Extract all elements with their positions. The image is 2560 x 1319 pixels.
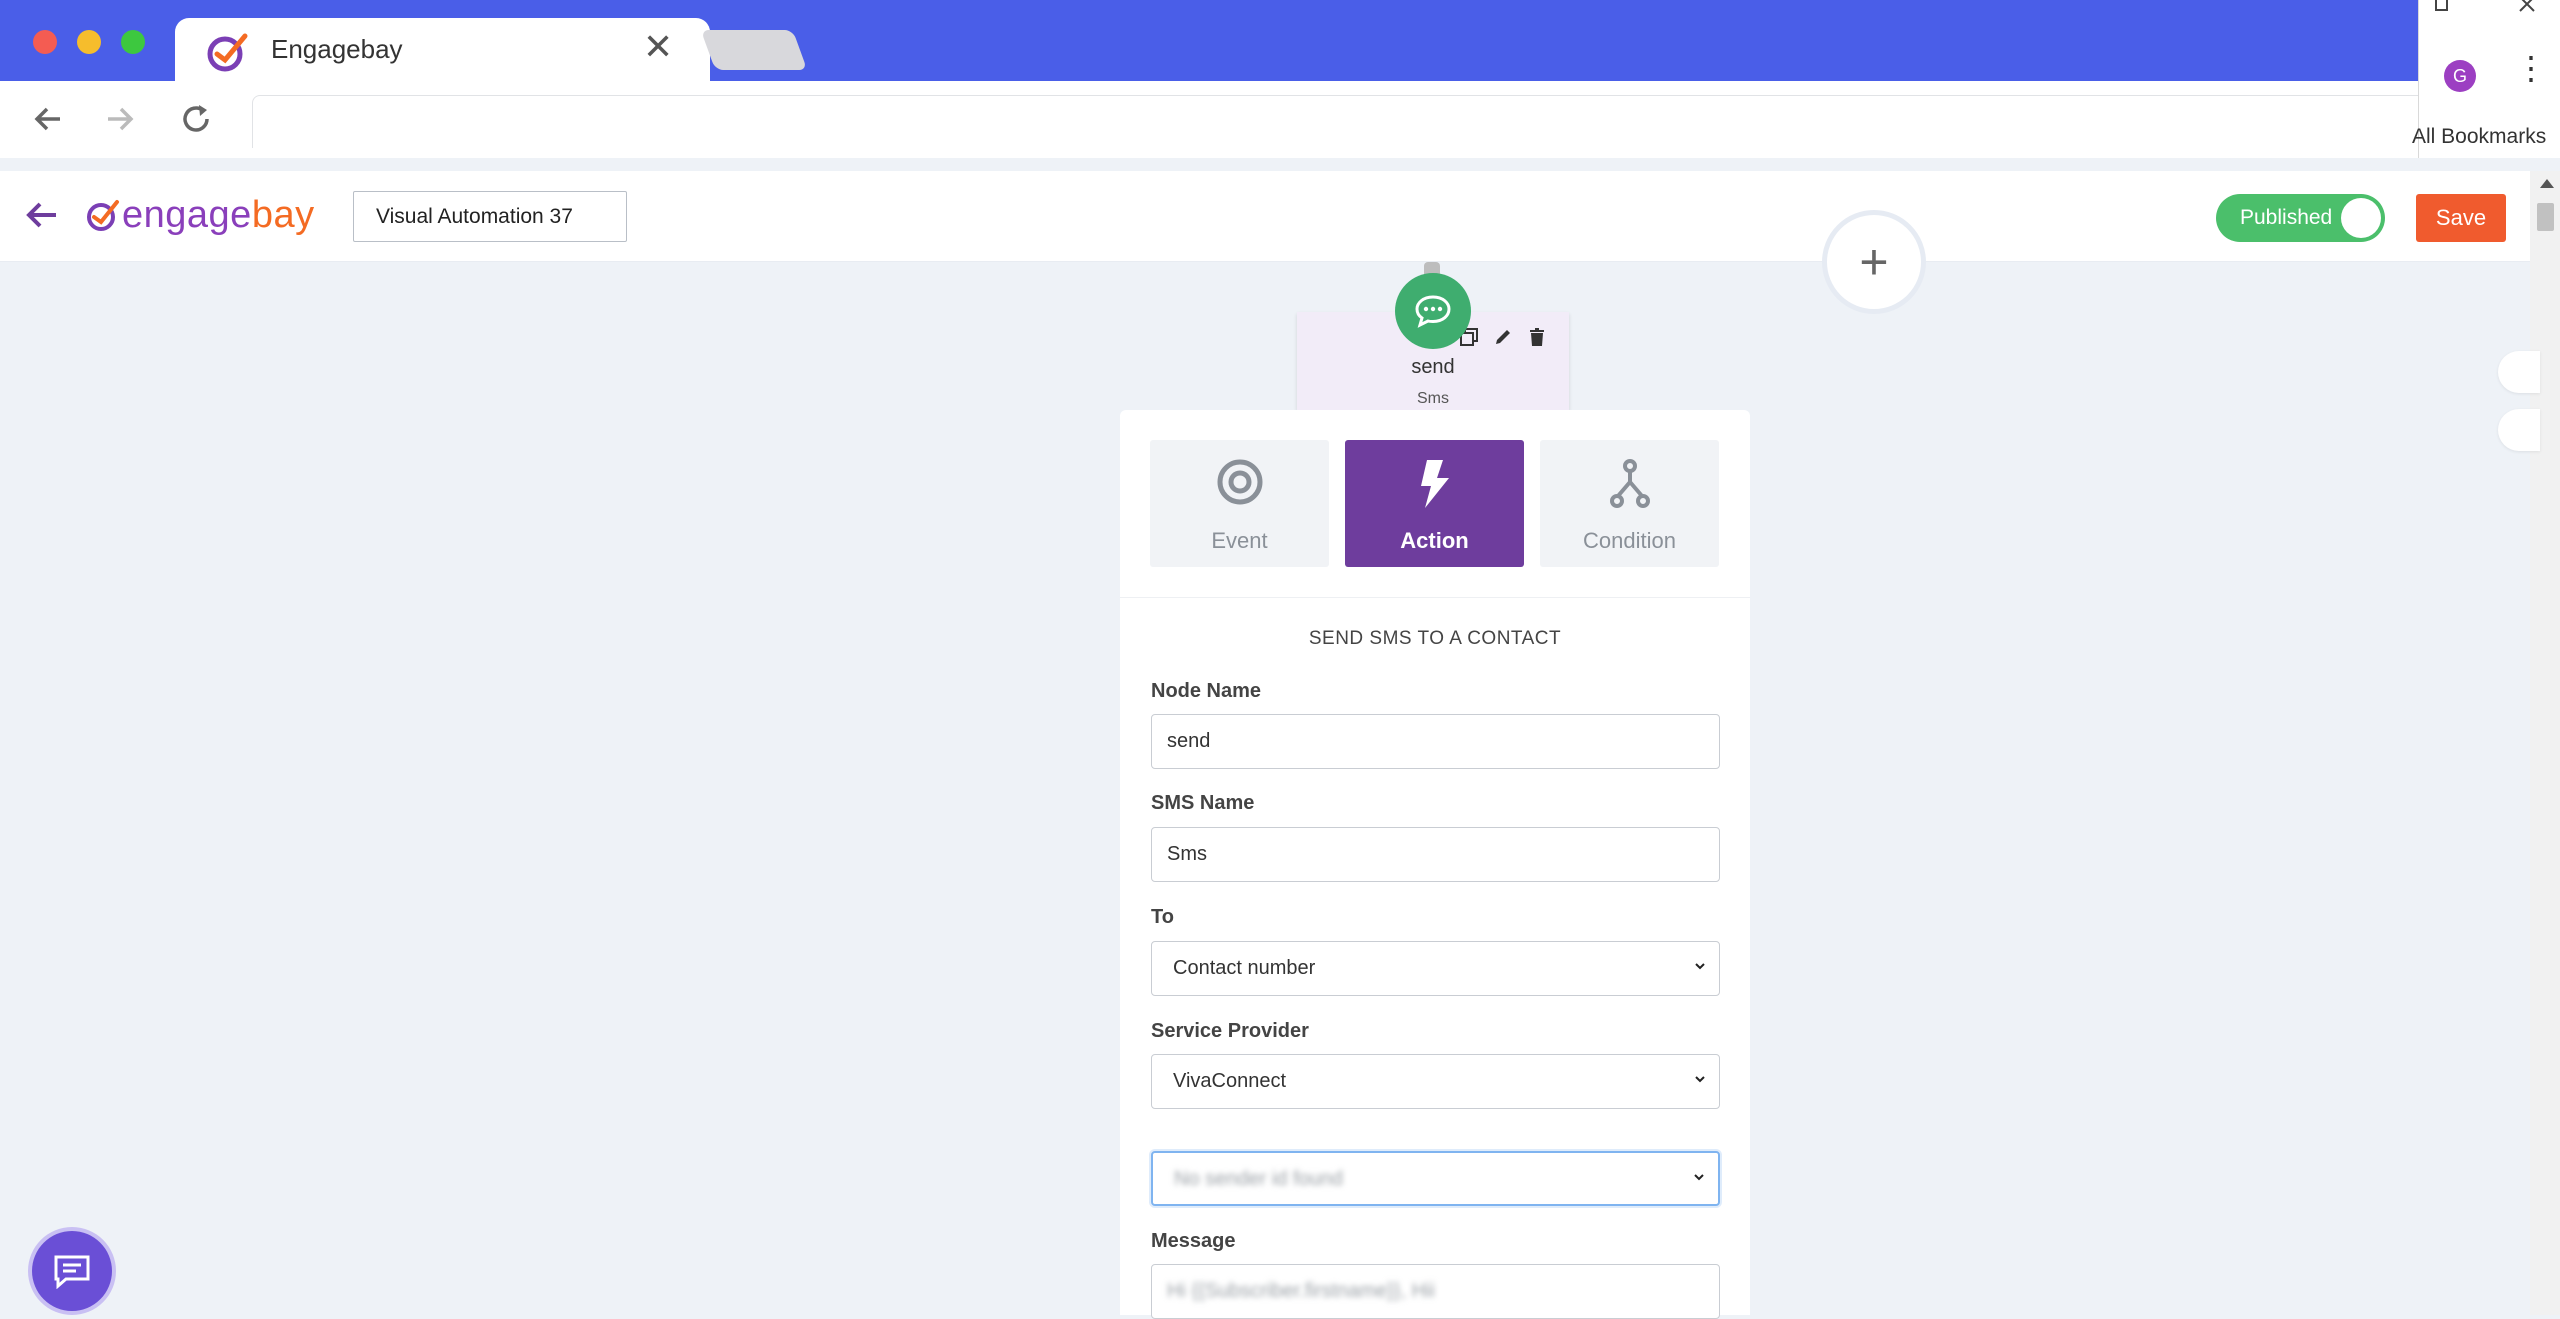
node-toolbar bbox=[1459, 327, 1547, 347]
window-copy-icon[interactable] bbox=[2433, 0, 2451, 14]
browser-menu-icon[interactable]: ⋮ bbox=[2515, 52, 2547, 84]
engagebay-logo[interactable]: engagebay bbox=[84, 193, 315, 237]
close-window-button[interactable] bbox=[33, 30, 57, 54]
minimize-window-button[interactable] bbox=[77, 30, 101, 54]
node-title: send bbox=[1411, 356, 1455, 378]
node-name-input[interactable]: send bbox=[1151, 714, 1720, 769]
message-label: Message bbox=[1151, 1230, 1236, 1252]
to-select-value: Contact number bbox=[1173, 957, 1316, 979]
add-node-button[interactable]: + bbox=[1822, 210, 1926, 314]
engagebay-logo-icon bbox=[87, 200, 119, 231]
side-widget-2[interactable] bbox=[2498, 409, 2540, 451]
edit-pencil-icon[interactable] bbox=[1493, 327, 1513, 347]
tab-event[interactable]: Event bbox=[1150, 440, 1329, 567]
chevron-down-icon bbox=[1695, 963, 1705, 970]
address-bar[interactable] bbox=[252, 95, 2434, 148]
message-value: Hi {{Subscriber.firstname}}, Hii bbox=[1167, 1280, 1435, 1302]
message-input[interactable]: Hi {{Subscriber.firstname}}, Hii bbox=[1151, 1264, 1720, 1319]
sender-id-value: No sender id found bbox=[1174, 1168, 1344, 1190]
service-provider-label: Service Provider bbox=[1151, 1020, 1309, 1042]
sender-id-select[interactable]: No sender id found bbox=[1151, 1151, 1720, 1206]
browser-tab-active[interactable]: Engagebay ✕ bbox=[175, 18, 710, 81]
forward-icon[interactable] bbox=[98, 97, 142, 141]
tab-condition[interactable]: Condition bbox=[1540, 440, 1719, 567]
brand-name: engagebay bbox=[122, 193, 315, 236]
tab-event-label: Event bbox=[1211, 528, 1268, 553]
panel-divider bbox=[1120, 597, 1750, 598]
target-icon bbox=[1217, 459, 1262, 505]
tab-action[interactable]: Action bbox=[1345, 440, 1524, 567]
reload-icon[interactable] bbox=[174, 97, 218, 141]
tab-close-icon[interactable]: ✕ bbox=[643, 26, 673, 68]
chat-widget-button[interactable] bbox=[32, 1231, 112, 1311]
chevron-down-icon bbox=[1694, 1174, 1704, 1181]
branch-icon bbox=[1609, 459, 1650, 508]
back-arrow-icon[interactable] bbox=[24, 197, 60, 238]
tab-title: Engagebay bbox=[271, 34, 403, 64]
toggle-knob bbox=[2341, 198, 2381, 238]
to-select[interactable]: Contact number bbox=[1151, 941, 1720, 996]
tab-action-label: Action bbox=[1400, 528, 1469, 553]
chevron-down-icon bbox=[1695, 1076, 1705, 1083]
service-provider-select[interactable]: VivaConnect bbox=[1151, 1054, 1720, 1109]
maximize-window-button[interactable] bbox=[121, 30, 145, 54]
section-title: SEND SMS TO A CONTACT bbox=[1308, 628, 1562, 649]
sms-name-label: SMS Name bbox=[1151, 792, 1255, 814]
chat-icon bbox=[54, 1255, 90, 1289]
node-config-panel: Event Action Condition SEND SMS TO A CON… bbox=[1120, 410, 1750, 1319]
page-scrollbar[interactable] bbox=[2530, 171, 2560, 1315]
engagebay-favicon-icon bbox=[207, 33, 248, 72]
profile-avatar[interactable]: G bbox=[2444, 60, 2476, 92]
node-subtitle: Sms bbox=[1417, 390, 1449, 407]
back-icon[interactable] bbox=[26, 97, 70, 141]
close-panel-icon[interactable] bbox=[2517, 0, 2537, 14]
side-widget-1[interactable] bbox=[2498, 351, 2540, 393]
new-tab-button[interactable] bbox=[700, 30, 808, 70]
service-provider-value: VivaConnect bbox=[1173, 1070, 1287, 1092]
scroll-thumb[interactable] bbox=[2537, 203, 2554, 231]
sms-name-input[interactable]: Sms bbox=[1151, 827, 1720, 882]
app-header: engagebay Published Save bbox=[0, 171, 2530, 262]
save-button[interactable]: Save bbox=[2416, 194, 2506, 242]
sms-node-icon[interactable] bbox=[1395, 273, 1471, 349]
browser-nav-bar bbox=[0, 81, 2560, 158]
scroll-up-icon[interactable] bbox=[2540, 179, 2554, 188]
node-name-label: Node Name bbox=[1151, 680, 1262, 702]
tab-condition-label: Condition bbox=[1583, 528, 1676, 553]
published-toggle[interactable]: Published bbox=[2216, 194, 2385, 242]
lightning-icon bbox=[1420, 460, 1449, 508]
to-label: To bbox=[1151, 906, 1174, 928]
browser-tab-bar: Engagebay ✕ bbox=[0, 0, 2560, 81]
published-label: Published bbox=[2240, 206, 2333, 229]
delete-trash-icon[interactable] bbox=[1527, 327, 1547, 347]
automation-name-input[interactable] bbox=[353, 191, 627, 242]
all-bookmarks-link[interactable]: All Bookmarks bbox=[2412, 125, 2546, 149]
